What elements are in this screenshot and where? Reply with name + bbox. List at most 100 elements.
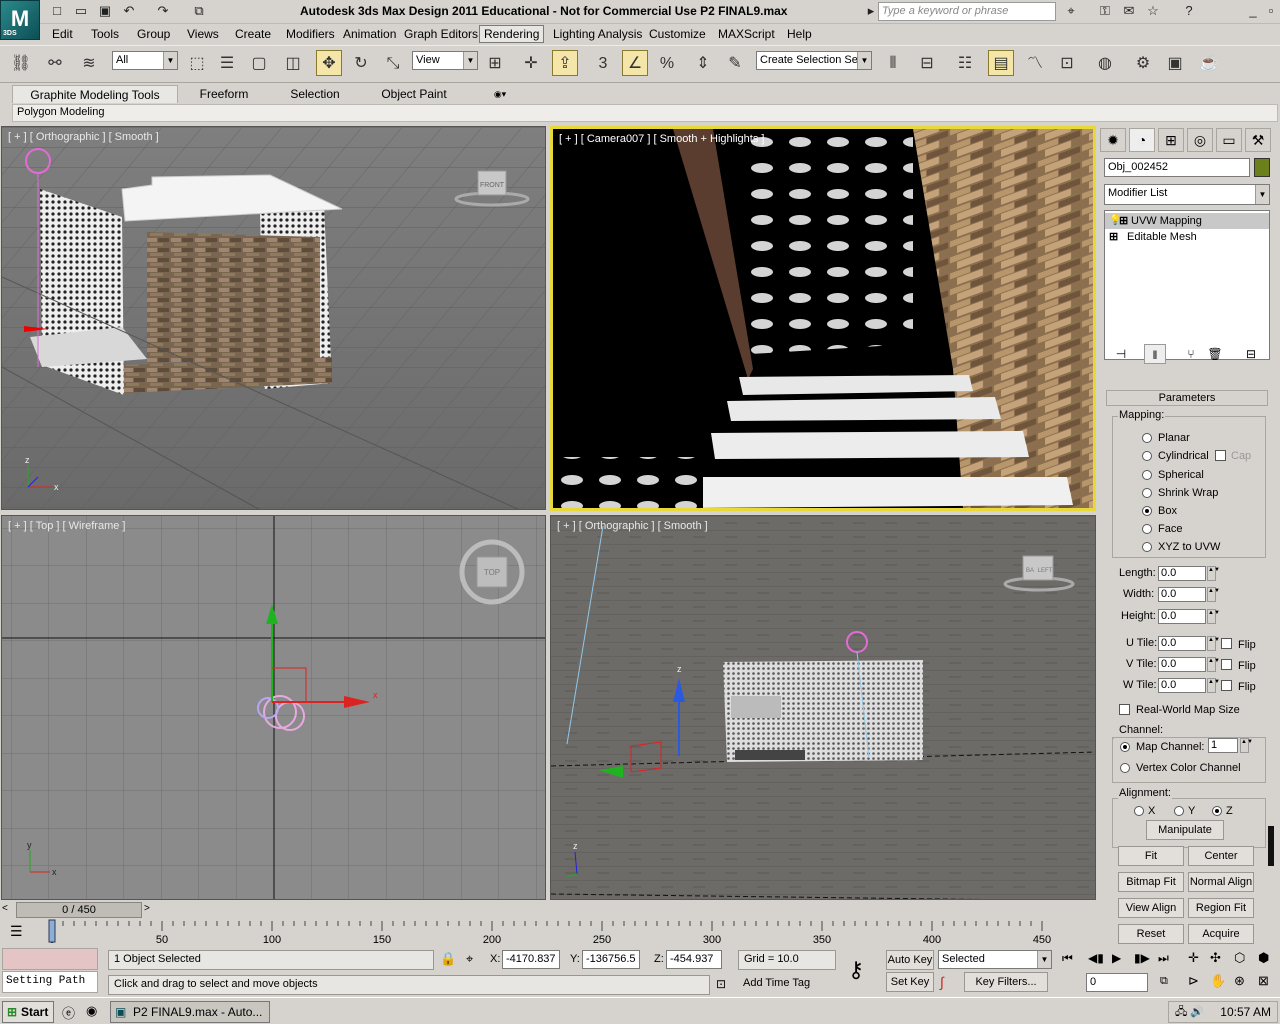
search-input[interactable]: Type a keyword or phrase bbox=[878, 2, 1056, 21]
ribbon-tab-freeform[interactable]: Freeform bbox=[190, 85, 258, 103]
named-selection-dropdown[interactable]: Create Selection Se ▼ bbox=[756, 51, 872, 70]
redo-icon[interactable]: ↷ bbox=[154, 3, 172, 19]
w-tile-field[interactable]: 0.0 bbox=[1158, 678, 1206, 693]
edit-named-selection-icon[interactable]: ✎ bbox=[722, 50, 748, 76]
menu-modifiers[interactable]: Modifiers bbox=[286, 27, 335, 41]
percent-snap-icon[interactable]: % bbox=[654, 50, 680, 76]
radio-align-y[interactable] bbox=[1174, 806, 1184, 816]
material-editor-icon[interactable]: ◍ bbox=[1092, 50, 1118, 76]
object-name-field[interactable]: Obj_002452 bbox=[1104, 158, 1250, 177]
v-tile-field[interactable]: 0.0 bbox=[1158, 657, 1206, 672]
unlink-icon[interactable]: ⚯ bbox=[42, 50, 68, 76]
menu-lighting-analysis[interactable]: Lighting Analysis bbox=[553, 27, 642, 41]
menu-help[interactable]: Help bbox=[787, 27, 812, 41]
link-icon[interactable]: ⛓ bbox=[8, 50, 34, 76]
minimize-icon[interactable]: _ bbox=[1244, 3, 1262, 19]
u-tile-field[interactable]: 0.0 bbox=[1158, 636, 1206, 651]
u-flip-checkbox[interactable] bbox=[1221, 638, 1232, 649]
zoom-extents-all-icon[interactable]: ⬢ bbox=[1258, 950, 1269, 966]
create-tab-icon[interactable]: ✹ bbox=[1100, 128, 1126, 152]
render-production-icon[interactable]: ☕ bbox=[1196, 50, 1222, 76]
schematic-view-icon[interactable]: ⊡ bbox=[1054, 50, 1080, 76]
utilities-tab-icon[interactable]: ⚒ bbox=[1245, 128, 1271, 152]
render-setup-icon[interactable]: ⚙ bbox=[1130, 50, 1156, 76]
menu-graph-editors[interactable]: Graph Editors bbox=[404, 27, 478, 41]
add-time-tag[interactable]: Add Time Tag bbox=[738, 975, 836, 995]
align-icon[interactable]: ⊟ bbox=[914, 50, 940, 76]
spinner-snap-icon[interactable]: ⇕ bbox=[690, 50, 716, 76]
new-file-icon[interactable]: □ bbox=[48, 3, 66, 19]
field-of-view-icon[interactable]: ⊳ bbox=[1188, 973, 1199, 989]
manipulate-button[interactable]: Manipulate bbox=[1146, 820, 1224, 840]
menu-customize[interactable]: Customize bbox=[649, 27, 706, 41]
select-and-scale-icon[interactable]: ⤡ bbox=[380, 50, 406, 76]
configure-modifier-sets-icon[interactable]: ⊟ bbox=[1240, 344, 1262, 364]
menu-views[interactable]: Views bbox=[187, 27, 219, 41]
radio-shrink-wrap[interactable] bbox=[1142, 488, 1152, 498]
length-field[interactable]: 0.0 bbox=[1158, 566, 1206, 581]
help-icon[interactable]: ? bbox=[1180, 3, 1198, 19]
time-next-icon[interactable]: > bbox=[144, 903, 150, 914]
ribbon-tab-object-paint[interactable]: Object Paint bbox=[374, 85, 454, 103]
menu-tools[interactable]: Tools bbox=[91, 27, 119, 41]
window-crossing-icon[interactable]: ◫ bbox=[280, 50, 306, 76]
viewport-top[interactable]: x TOP x y [ + ] [ Top ] [ Wireframe ] bbox=[1, 515, 546, 900]
remove-modifier-icon[interactable]: 🗑 bbox=[1204, 344, 1226, 364]
length-spinner[interactable]: ▲▼ bbox=[1207, 566, 1220, 581]
menu-group[interactable]: Group bbox=[137, 27, 170, 41]
ribbon-tab-graphite[interactable]: Graphite Modeling Tools bbox=[12, 85, 178, 103]
radio-planar[interactable] bbox=[1142, 433, 1152, 443]
select-and-move-icon[interactable]: ✥ bbox=[316, 50, 342, 76]
graphite-toggle-icon[interactable]: ▤ bbox=[988, 50, 1014, 76]
expand-icon[interactable]: ⊞ bbox=[1119, 213, 1128, 229]
goto-end-icon[interactable]: ⏭ bbox=[1158, 951, 1169, 966]
height-spinner[interactable]: ▲▼ bbox=[1207, 609, 1220, 624]
project-folder-icon[interactable]: ⧉ bbox=[190, 3, 208, 19]
select-manipulate-icon[interactable]: ✛ bbox=[518, 50, 544, 76]
favorites-star-icon[interactable]: ☆ bbox=[1144, 3, 1162, 19]
track-bar[interactable]: ☰ 050100150200250300350400450 bbox=[0, 919, 1098, 947]
motion-tab-icon[interactable]: ◎ bbox=[1187, 128, 1213, 152]
y-coord-field[interactable]: -136756.5 bbox=[582, 950, 640, 969]
app-logo-button[interactable]: M 3DS bbox=[0, 0, 40, 40]
height-field[interactable]: 0.0 bbox=[1158, 609, 1206, 624]
ribbon-tab-selection[interactable]: Selection bbox=[282, 85, 348, 103]
menu-maxscript[interactable]: MAXScript bbox=[718, 27, 775, 41]
selection-lock-icon[interactable]: 🔒 bbox=[440, 951, 456, 967]
maxscript-listener-mini[interactable] bbox=[2, 948, 98, 970]
restore-icon[interactable]: ▫ bbox=[1262, 3, 1280, 19]
normal-align-button[interactable]: Normal Align bbox=[1188, 872, 1254, 892]
set-key-button[interactable]: Set Key bbox=[886, 972, 934, 992]
current-frame-field[interactable]: 0 bbox=[1086, 973, 1148, 992]
prev-frame-icon[interactable]: ◀▮ bbox=[1088, 951, 1104, 965]
stack-item-uvw-mapping[interactable]: 💡 ⊞ UVW Mapping bbox=[1105, 213, 1269, 229]
viewport-camera[interactable]: [ + ] [ Camera007 ] [ Smooth + Highlight… bbox=[550, 126, 1096, 511]
key-tangent-icon[interactable]: ∫ bbox=[940, 974, 944, 990]
maximize-viewport-icon[interactable]: ⊠ bbox=[1258, 973, 1269, 989]
map-channel-field[interactable]: 1 bbox=[1208, 738, 1238, 753]
show-end-result-icon[interactable]: ‖ bbox=[1144, 344, 1166, 364]
quick-launch-firefox-icon[interactable]: ◉ bbox=[86, 1003, 97, 1019]
mini-curve-editor-icon[interactable]: ☰ bbox=[10, 923, 23, 940]
key-mode-dropdown[interactable]: Selected ▼ bbox=[938, 950, 1052, 969]
radio-map-channel[interactable] bbox=[1120, 742, 1130, 752]
modify-tab-icon[interactable]: ◔ bbox=[1129, 128, 1155, 152]
radio-cylindrical[interactable] bbox=[1142, 451, 1152, 461]
save-icon[interactable]: ▣ bbox=[96, 3, 114, 19]
w-flip-checkbox[interactable] bbox=[1221, 680, 1232, 691]
pin-stack-icon[interactable]: ⊣ bbox=[1110, 344, 1132, 364]
x-coord-field[interactable]: -4170.837 bbox=[502, 950, 560, 969]
width-spinner[interactable]: ▲▼ bbox=[1207, 587, 1220, 602]
menu-edit[interactable]: Edit bbox=[52, 27, 73, 41]
maxscript-output[interactable]: Setting Path bbox=[2, 971, 98, 993]
center-button[interactable]: Center bbox=[1188, 846, 1254, 866]
undo-icon[interactable]: ↶ bbox=[120, 3, 138, 19]
radio-vertex-color-channel[interactable] bbox=[1120, 763, 1130, 773]
pan-view-icon[interactable]: ✋ bbox=[1210, 973, 1226, 989]
modifier-list-dropdown[interactable]: Modifier List ▼ bbox=[1104, 184, 1270, 205]
viewport-label[interactable]: [ + ] [ Orthographic ] [ Smooth ] bbox=[8, 131, 159, 143]
select-object-icon[interactable]: ⬚ bbox=[184, 50, 210, 76]
ribbon-sub-tab-polygon[interactable]: Polygon Modeling bbox=[17, 106, 104, 118]
zoom-all-icon[interactable]: ✣ bbox=[1210, 950, 1221, 966]
reset-button[interactable]: Reset bbox=[1118, 924, 1184, 944]
